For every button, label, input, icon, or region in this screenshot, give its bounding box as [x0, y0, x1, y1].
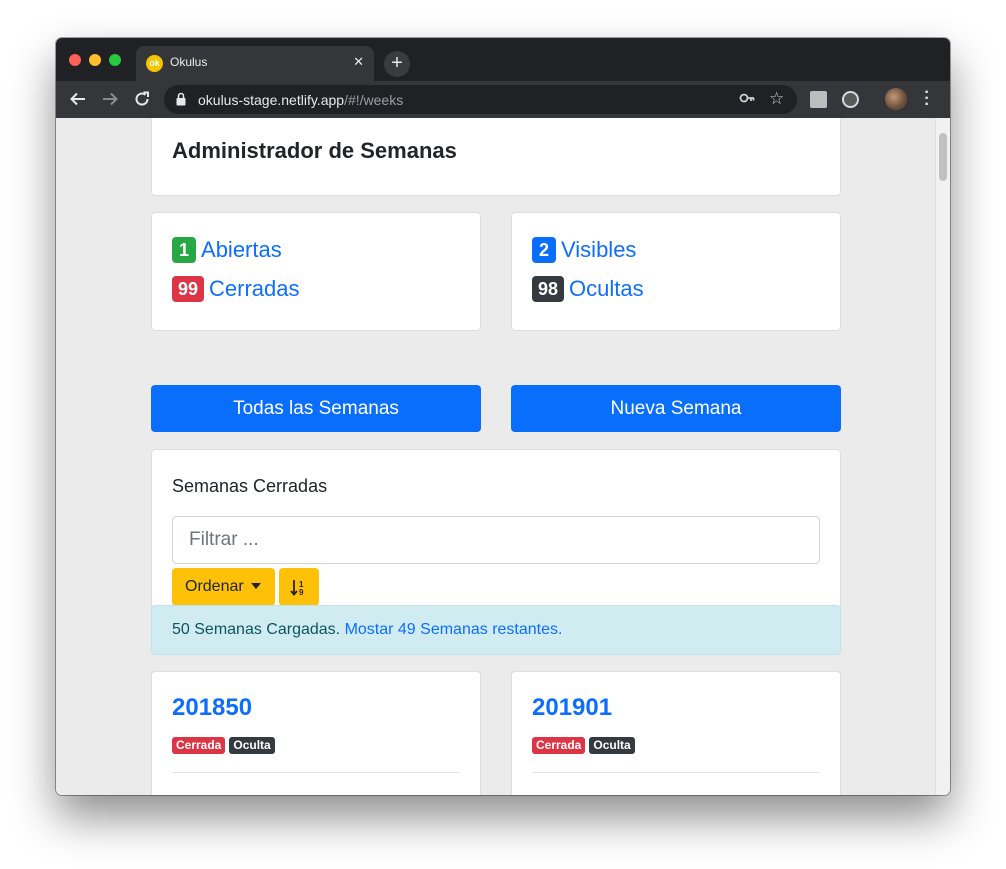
stat-closed[interactable]: 99 Cerradas	[172, 276, 300, 302]
maximize-window-button[interactable]	[109, 54, 121, 66]
new-week-button[interactable]: Nueva Semana	[511, 385, 841, 432]
visible-count-badge: 2	[532, 237, 557, 263]
week-badges: Cerrada Oculta	[532, 737, 635, 754]
sort-dropdown-button[interactable]: Ordenar	[172, 568, 275, 606]
all-weeks-button[interactable]: Todas las Semanas	[151, 385, 481, 432]
close-tab-icon[interactable]: ✕	[353, 54, 364, 70]
url-host: okulus-stage.netlify.app	[198, 92, 345, 108]
close-window-button[interactable]	[69, 54, 81, 66]
status-badge: Cerrada	[532, 737, 586, 754]
closed-count-badge: 99	[172, 276, 205, 302]
sort-direction-button[interactable]: 1 9	[279, 568, 319, 606]
visible-hidden-stats-card: 2 Visibles 98 Ocultas	[511, 212, 841, 331]
stat-hidden[interactable]: 98 Ocultas	[532, 276, 644, 302]
sort-numeric-down-icon: 1 9	[290, 580, 304, 597]
section-title: Semanas Cerradas	[172, 476, 328, 496]
status-badge: Cerrada	[172, 737, 226, 754]
loaded-weeks-alert: 50 Semanas Cargadas. Mostar 49 Semanas r…	[151, 605, 841, 655]
back-arrow-icon[interactable]	[68, 90, 88, 110]
divider	[532, 772, 820, 773]
lock-icon	[176, 92, 186, 106]
header-card: Administrador de Semanas	[151, 118, 841, 196]
week-number-link[interactable]: 201850	[172, 694, 252, 722]
sort-label: Ordenar	[185, 578, 244, 595]
svg-text:9: 9	[299, 588, 304, 597]
extension-icon[interactable]	[810, 91, 827, 108]
scrollbar-thumb[interactable]	[939, 133, 947, 181]
bookmark-star-icon[interactable]: ☆	[769, 89, 784, 109]
minimize-window-button[interactable]	[89, 54, 101, 66]
url-path: /#!/weeks	[344, 92, 404, 108]
page-viewport: Administrador de Semanas 1 Abiertas 99 C…	[56, 118, 950, 795]
closed-weeks-link[interactable]: Cerradas	[209, 276, 299, 302]
browser-tab[interactable]: ok Okulus ✕	[136, 46, 374, 81]
visibility-badge: Oculta	[589, 737, 635, 754]
visible-weeks-link[interactable]: Visibles	[561, 237, 636, 263]
profile-avatar[interactable]	[885, 88, 907, 110]
url-text: okulus-stage.netlify.app/#!/weeks	[198, 92, 403, 108]
tab-title: Okulus	[170, 55, 208, 69]
reload-icon[interactable]	[132, 90, 152, 110]
week-badges: Cerrada Oculta	[172, 737, 275, 754]
week-card: 201850 Cerrada Oculta	[151, 671, 481, 795]
caret-down-icon	[250, 583, 261, 589]
alert-text: 50 Semanas Cargadas.	[172, 621, 341, 638]
visibility-badge: Oculta	[229, 737, 275, 754]
key-icon[interactable]	[739, 90, 755, 109]
week-number-link[interactable]: 201901	[532, 694, 612, 722]
stat-visible[interactable]: 2 Visibles	[532, 237, 636, 263]
browser-toolbar: okulus-stage.netlify.app/#!/weeks ☆ · · ·	[56, 81, 950, 118]
hidden-weeks-link[interactable]: Ocultas	[569, 276, 644, 302]
forward-arrow-icon[interactable]	[100, 90, 120, 110]
week-card: 201901 Cerrada Oculta	[511, 671, 841, 795]
divider	[172, 772, 460, 773]
page-title: Administrador de Semanas	[172, 138, 457, 163]
filter-input[interactable]	[172, 516, 820, 564]
address-bar[interactable]: okulus-stage.netlify.app/#!/weeks ☆	[164, 85, 797, 114]
open-count-badge: 1	[172, 237, 197, 263]
open-weeks-link[interactable]: Abiertas	[201, 237, 282, 263]
stat-open[interactable]: 1 Abiertas	[172, 237, 282, 263]
new-tab-button[interactable]: +	[384, 51, 410, 77]
extension-record-icon[interactable]	[842, 91, 859, 108]
hidden-count-badge: 98	[532, 276, 565, 302]
browser-menu-icon[interactable]: · · ·	[922, 85, 932, 113]
okulus-favicon-icon: ok	[146, 55, 163, 72]
open-closed-stats-card: 1 Abiertas 99 Cerradas	[151, 212, 481, 331]
filter-card: Semanas Cerradas Ordenar 1 9	[151, 449, 841, 627]
show-remaining-link[interactable]: Mostar 49 Semanas restantes.	[345, 621, 563, 638]
browser-window: ok Okulus ✕ + okulus-stage.netlify.app/#…	[56, 38, 950, 795]
title-bar: ok Okulus ✕ +	[56, 38, 950, 81]
vertical-scrollbar[interactable]	[935, 118, 950, 795]
